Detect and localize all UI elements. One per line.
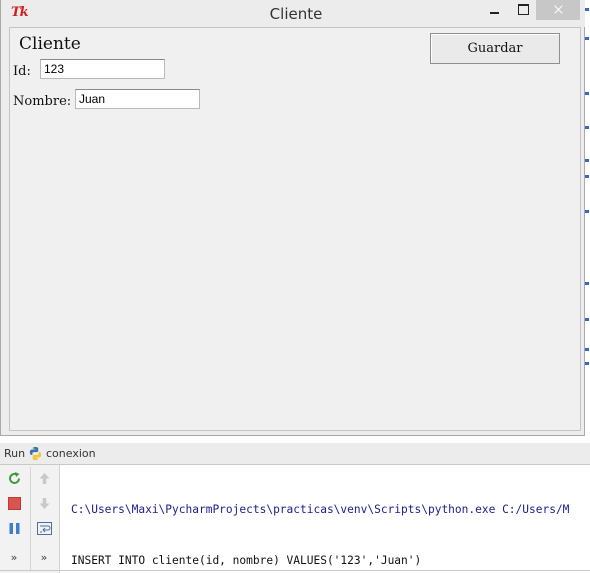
- window-titlebar[interactable]: Tk Cliente: [1, 0, 585, 27]
- soft-wrap-icon[interactable]: [36, 520, 52, 536]
- cliente-window: Tk Cliente Cliente Id: 123 Nombre: Juan …: [0, 0, 585, 436]
- rerun-icon[interactable]: [6, 470, 22, 486]
- toolbar-divider: [30, 467, 31, 571]
- form-heading: Cliente: [19, 34, 81, 54]
- close-button[interactable]: [536, 0, 580, 20]
- panel-border: [0, 570, 590, 571]
- up-arrow-icon[interactable]: [36, 470, 52, 486]
- nombre-field[interactable]: Juan: [75, 89, 200, 109]
- maximize-button[interactable]: [509, 0, 536, 20]
- console-line: INSERT INTO cliente(id, nombre) VALUES('…: [71, 554, 422, 567]
- guardar-button[interactable]: Guardar: [430, 33, 560, 64]
- run-panel-header: Run conexion: [0, 443, 590, 465]
- minimize-button[interactable]: [479, 0, 509, 20]
- expand-icon[interactable]: »: [6, 549, 22, 565]
- expand-icon[interactable]: »: [36, 549, 52, 565]
- nombre-label: Nombre:: [13, 94, 72, 109]
- run-panel: Run conexion » » C:\Users\Maxi\PycharmPr…: [0, 443, 590, 573]
- pause-icon[interactable]: [6, 520, 22, 536]
- run-config-name[interactable]: conexion: [46, 447, 96, 460]
- form-area: Cliente Id: 123 Nombre: Juan Guardar: [9, 27, 581, 431]
- console-line: C:\Users\Maxi\PycharmProjects\practicas\…: [71, 503, 570, 516]
- console-output[interactable]: C:\Users\Maxi\PycharmProjects\practicas\…: [71, 467, 590, 567]
- run-tab-label[interactable]: Run: [4, 447, 25, 460]
- id-label: Id:: [13, 64, 31, 79]
- down-arrow-icon[interactable]: [36, 495, 52, 511]
- python-icon: [29, 446, 42, 461]
- id-field[interactable]: 123: [40, 59, 165, 79]
- stop-icon[interactable]: [6, 495, 22, 511]
